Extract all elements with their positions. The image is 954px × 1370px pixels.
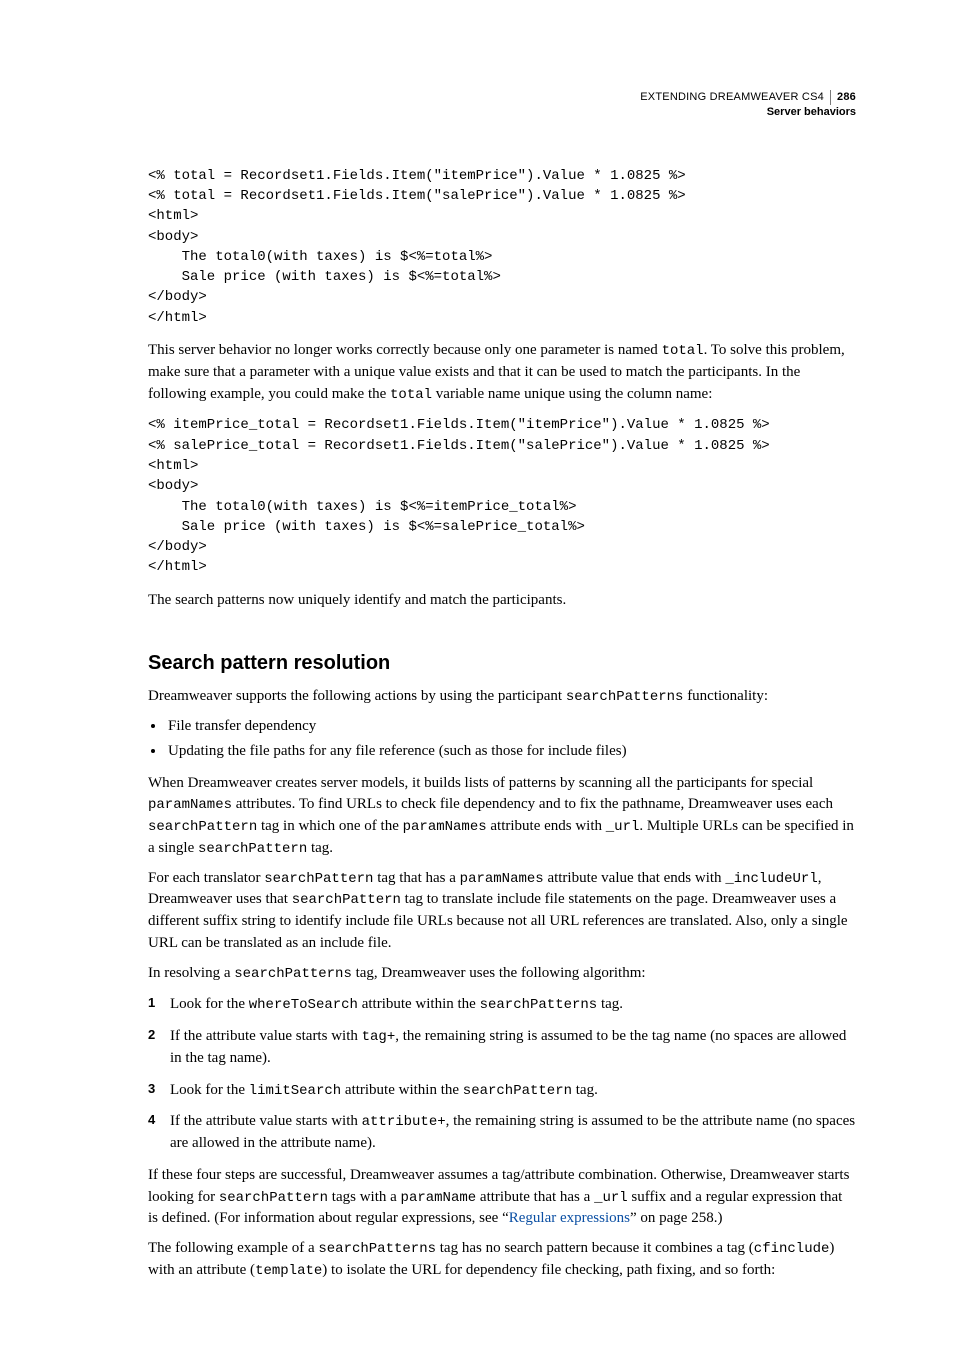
list-item: If the attribute value starts with tag+,… xyxy=(148,1026,856,1070)
paragraph: The search patterns now uniquely identif… xyxy=(148,590,856,612)
inline-code: searchPattern xyxy=(148,819,257,835)
paragraph: In resolving a searchPatterns tag, Dream… xyxy=(148,963,856,985)
inline-code: _includeUrl xyxy=(725,871,817,887)
list-item: Look for the whereToSearch attribute wit… xyxy=(148,994,856,1016)
paragraph: This server behavior no longer works cor… xyxy=(148,340,856,405)
doc-title: EXTENDING DREAMWEAVER CS4 xyxy=(640,91,824,103)
paragraph: When Dreamweaver creates server models, … xyxy=(148,773,856,860)
page-number: 286 xyxy=(830,90,856,105)
cross-reference-link[interactable]: Regular expressions xyxy=(509,1210,630,1226)
inline-code: total xyxy=(390,387,432,403)
inline-code: paramNames xyxy=(460,871,544,887)
list-item: If the attribute value starts with attri… xyxy=(148,1111,856,1155)
inline-code: searchPattern xyxy=(463,1083,572,1099)
section-title: Server behaviors xyxy=(148,105,856,120)
inline-code: _url xyxy=(606,819,640,835)
inline-code: total xyxy=(662,343,704,359)
paragraph: For each translator searchPattern tag th… xyxy=(148,868,856,955)
inline-code: searchPattern xyxy=(292,892,401,908)
inline-code: paramNames xyxy=(403,819,487,835)
inline-code: searchPatterns xyxy=(234,966,352,982)
inline-code: attribute+ xyxy=(362,1114,446,1130)
inline-code: searchPatterns xyxy=(480,997,598,1013)
list-item: File transfer dependency xyxy=(166,716,856,738)
numbered-list: Look for the whereToSearch attribute wit… xyxy=(148,994,856,1155)
list-item: Updating the file paths for any file ref… xyxy=(166,741,856,763)
section-heading: Search pattern resolution xyxy=(148,649,856,678)
running-header: EXTENDING DREAMWEAVER CS4 286 Server beha… xyxy=(148,90,856,120)
inline-code: paramName xyxy=(401,1190,477,1206)
inline-code: searchPatterns xyxy=(566,689,684,705)
paragraph: The following example of a searchPattern… xyxy=(148,1238,856,1282)
inline-code: template xyxy=(255,1263,322,1279)
paragraph: Dreamweaver supports the following actio… xyxy=(148,686,856,708)
bullet-list: File transfer dependency Updating the fi… xyxy=(148,716,856,763)
list-item: Look for the limitSearch attribute withi… xyxy=(148,1080,856,1102)
inline-code: searchPatterns xyxy=(318,1241,436,1257)
inline-code: limitSearch xyxy=(249,1083,341,1099)
paragraph: If these four steps are successful, Drea… xyxy=(148,1165,856,1230)
inline-code: searchPattern xyxy=(264,871,373,887)
inline-code: cfinclude xyxy=(754,1241,830,1257)
inline-code: paramNames xyxy=(148,797,232,813)
inline-code: whereToSearch xyxy=(249,997,358,1013)
inline-code: _url xyxy=(594,1190,628,1206)
inline-code: searchPattern xyxy=(219,1190,328,1206)
code-block-1: <% total = Recordset1.Fields.Item("itemP… xyxy=(148,166,856,328)
inline-code: searchPattern xyxy=(198,841,307,857)
inline-code: tag+ xyxy=(362,1029,396,1045)
code-block-2: <% itemPrice_total = Recordset1.Fields.I… xyxy=(148,415,856,577)
